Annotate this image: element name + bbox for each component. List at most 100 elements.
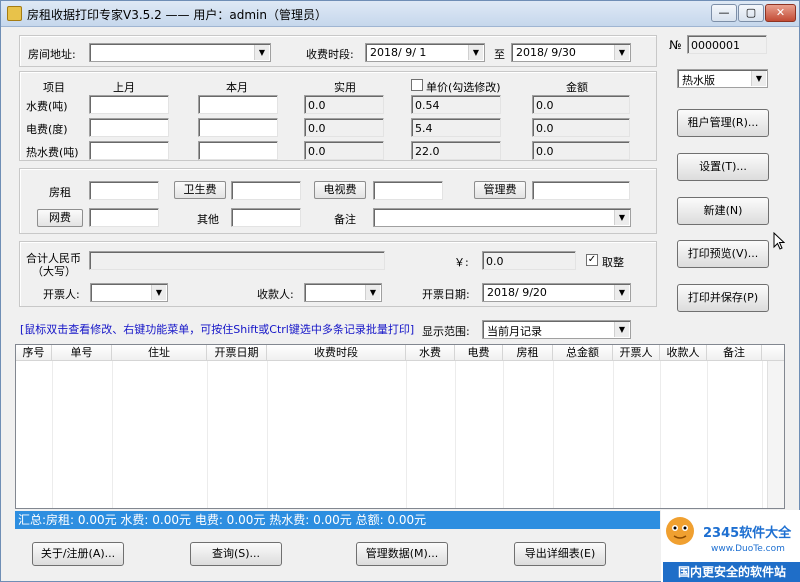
main-window: 房租收据打印专家V3.5.2 —— 用户：admin（管理员） — ▢ ✕ 房间… bbox=[0, 0, 800, 582]
period-start-picker[interactable]: 2018/ 9/ 1 ▼ bbox=[365, 43, 485, 62]
col-serial[interactable]: 序号 bbox=[16, 345, 52, 361]
electricity-last-field[interactable] bbox=[89, 118, 169, 137]
hot-water-actual-field: 0.0 bbox=[304, 141, 384, 160]
template-select[interactable]: 热水版 ▼ bbox=[677, 69, 768, 88]
maximize-button[interactable]: ▢ bbox=[738, 4, 764, 22]
col-rent[interactable]: 房租 bbox=[503, 345, 553, 361]
hot-water-this-field[interactable] bbox=[198, 141, 278, 160]
rent-field[interactable] bbox=[89, 181, 159, 200]
payee-label: 收款人: bbox=[257, 288, 294, 301]
col-receipt-no[interactable]: 单号 bbox=[52, 345, 112, 361]
payee-combo[interactable]: ▼ bbox=[304, 283, 382, 302]
col-total[interactable]: 总金额 bbox=[553, 345, 613, 361]
water-amount-field: 0.0 bbox=[532, 95, 630, 114]
yen-label: ￥: bbox=[454, 256, 469, 269]
about-register-button[interactable]: 关于/注册(A)... bbox=[32, 542, 124, 566]
issue-date-label: 开票日期: bbox=[422, 288, 470, 301]
query-button[interactable]: 查询(S)... bbox=[190, 542, 282, 566]
water-this-field[interactable] bbox=[198, 95, 278, 114]
electricity-this-field[interactable] bbox=[198, 118, 278, 137]
settings-button[interactable]: 设置(T)... bbox=[677, 153, 769, 181]
export-details-button[interactable]: 导出详细表(E) bbox=[514, 542, 606, 566]
grid-line bbox=[207, 361, 208, 508]
electricity-label: 电费(度) bbox=[26, 123, 68, 136]
hot-water-unit-field[interactable]: 22.0 bbox=[411, 141, 501, 160]
issuer-combo[interactable]: ▼ bbox=[90, 283, 168, 302]
chevron-down-icon: ▼ bbox=[151, 285, 166, 300]
round-label: 取整 bbox=[602, 256, 624, 269]
total-cn-label-sub: （大写） bbox=[32, 265, 76, 278]
receipt-no-prefix: № bbox=[669, 38, 682, 52]
electricity-unit-field[interactable]: 5.4 bbox=[411, 118, 501, 137]
chevron-down-icon: ▼ bbox=[614, 322, 629, 337]
col-electricity[interactable]: 电费 bbox=[455, 345, 503, 361]
col-payee[interactable]: 收款人 bbox=[660, 345, 707, 361]
sanitation-button[interactable]: 卫生费 bbox=[174, 181, 226, 199]
internet-fee-field[interactable] bbox=[89, 208, 159, 227]
water-unit-field[interactable]: 0.54 bbox=[411, 95, 501, 114]
internet-fee-button[interactable]: 网费 bbox=[37, 209, 83, 227]
range-value: 当前月记录 bbox=[487, 325, 542, 338]
header-actual: 实用 bbox=[334, 81, 356, 94]
water-last-field[interactable] bbox=[89, 95, 169, 114]
chevron-down-icon: ▼ bbox=[365, 285, 380, 300]
vertical-scrollbar[interactable] bbox=[767, 361, 784, 508]
management-fee-field[interactable] bbox=[532, 181, 630, 200]
col-remark[interactable]: 备注 bbox=[707, 345, 762, 361]
rent-label: 房租 bbox=[49, 186, 71, 199]
col-water[interactable]: 水费 bbox=[406, 345, 455, 361]
tv-fee-button[interactable]: 电视费 bbox=[314, 181, 366, 199]
address-combo[interactable]: ▼ bbox=[89, 43, 271, 62]
watermark-site: www.DuoTe.com bbox=[711, 544, 785, 554]
range-combo[interactable]: 当前月记录 ▼ bbox=[482, 320, 631, 339]
col-issue-date[interactable]: 开票日期 bbox=[207, 345, 267, 361]
sanitation-field[interactable] bbox=[231, 181, 301, 200]
watermark: 2345软件大全 www.DuoTe.com 国内更安全的软件站 bbox=[661, 510, 800, 582]
col-issuer[interactable]: 开票人 bbox=[613, 345, 660, 361]
remark-combo[interactable]: ▼ bbox=[373, 208, 631, 227]
unit-price-checkbox[interactable] bbox=[411, 79, 423, 91]
hot-water-last-field[interactable] bbox=[89, 141, 169, 160]
period-label: 收费时段: bbox=[306, 48, 354, 61]
app-icon bbox=[7, 6, 22, 21]
close-button[interactable]: ✕ bbox=[765, 4, 796, 22]
minimize-button[interactable]: — bbox=[711, 4, 737, 22]
electricity-amount-field: 0.0 bbox=[532, 118, 630, 137]
grid-line bbox=[660, 361, 661, 508]
new-button[interactable]: 新建(N) bbox=[677, 197, 769, 225]
print-save-button[interactable]: 打印并保存(P) bbox=[677, 284, 769, 312]
tv-fee-field[interactable] bbox=[373, 181, 443, 200]
chevron-down-icon: ▼ bbox=[614, 210, 629, 225]
to-label: 至 bbox=[494, 48, 505, 61]
title-bar[interactable]: 房租收据打印专家V3.5.2 —— 用户：admin（管理员） — ▢ ✕ bbox=[1, 1, 799, 27]
grid-line bbox=[112, 361, 113, 508]
watermark-brand: 2345软件大全 bbox=[703, 526, 792, 541]
grid-line bbox=[613, 361, 614, 508]
hot-water-label: 热水费(吨) bbox=[26, 146, 79, 159]
range-label: 显示范围: bbox=[422, 325, 470, 338]
other-field[interactable] bbox=[231, 208, 301, 227]
issue-date-value: 2018/ 9/20 bbox=[487, 286, 547, 299]
tenant-management-button[interactable]: 租户管理(R)... bbox=[677, 109, 769, 137]
management-fee-button[interactable]: 管理费 bbox=[474, 181, 526, 199]
period-end-picker[interactable]: 2018/ 9/30 ▼ bbox=[511, 43, 631, 62]
records-table[interactable]: 序号 单号 住址 开票日期 收费时段 水费 电费 房租 总金额 开票人 收款人 … bbox=[15, 344, 785, 509]
col-period[interactable]: 收费时段 bbox=[267, 345, 406, 361]
other-label: 其他 bbox=[197, 213, 219, 226]
grid-line bbox=[762, 361, 763, 508]
table-header: 序号 单号 住址 开票日期 收费时段 水费 电费 房租 总金额 开票人 收款人 … bbox=[16, 345, 784, 361]
issue-date-picker[interactable]: 2018/ 9/20 ▼ bbox=[482, 283, 631, 302]
mouse-cursor-icon bbox=[773, 232, 785, 250]
col-address[interactable]: 住址 bbox=[112, 345, 207, 361]
window-title: 房租收据打印专家V3.5.2 —— 用户：admin（管理员） bbox=[27, 8, 327, 22]
print-preview-button[interactable]: 打印预览(V)... bbox=[677, 240, 769, 268]
grid-line bbox=[455, 361, 456, 508]
period-end-value: 2018/ 9/30 bbox=[516, 46, 576, 59]
header-unit-price: 单价(勾选修改) bbox=[426, 81, 501, 94]
manage-data-button[interactable]: 管理数据(M)... bbox=[356, 542, 448, 566]
chevron-down-icon: ▼ bbox=[468, 45, 483, 60]
grid-line bbox=[553, 361, 554, 508]
yen-field: 0.0 bbox=[482, 251, 576, 270]
round-checkbox[interactable]: ✓ bbox=[586, 254, 598, 266]
usage-hint: [鼠标双击查看修改、右键功能菜单，可按住Shift或Ctrl键选中多条记录批量打… bbox=[20, 323, 415, 336]
